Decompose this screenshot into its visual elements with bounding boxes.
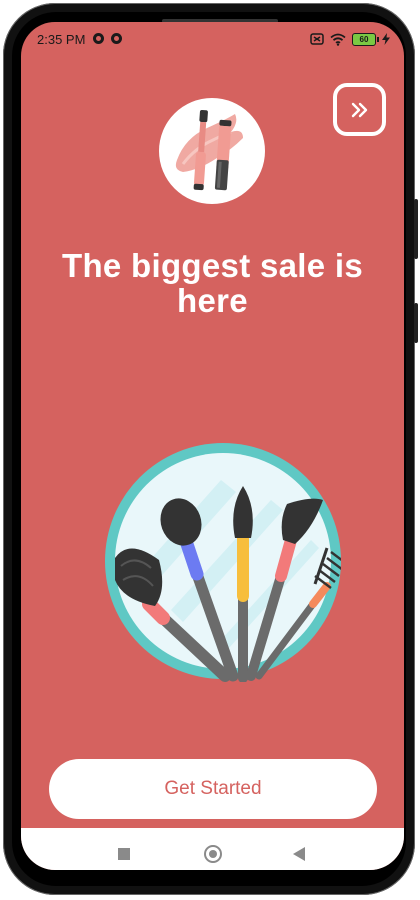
status-time: 2:35 PM	[37, 32, 86, 47]
home-icon[interactable]	[204, 845, 222, 863]
charging-icon	[382, 33, 390, 45]
wifi-icon	[330, 33, 346, 46]
status-icons: 60	[310, 31, 390, 47]
phone-frame: 2:35 PM 60 The biggest sale is here Get …	[3, 3, 418, 895]
product-image	[159, 98, 265, 204]
volume-button	[414, 199, 418, 259]
power-button	[414, 303, 418, 343]
navigation-bar	[21, 828, 404, 870]
status-bar: 2:35 PM 60	[21, 22, 404, 56]
get-started-button[interactable]: Get Started	[49, 759, 377, 819]
battery-icon: 60	[352, 32, 379, 46]
notification-icon	[93, 33, 104, 44]
makeup-brushes-illustration	[105, 443, 341, 682]
lipstick-icon	[175, 109, 243, 191]
no-sim-icon	[310, 33, 324, 45]
recents-icon[interactable]	[118, 848, 130, 860]
double-chevron-right-icon	[351, 102, 367, 117]
headline: The biggest sale is here	[62, 247, 363, 319]
skip-button[interactable]	[333, 83, 386, 136]
back-icon[interactable]	[293, 847, 305, 861]
app-screen: 2:35 PM 60 The biggest sale is here Get …	[21, 22, 404, 870]
notification-icon	[111, 33, 122, 44]
